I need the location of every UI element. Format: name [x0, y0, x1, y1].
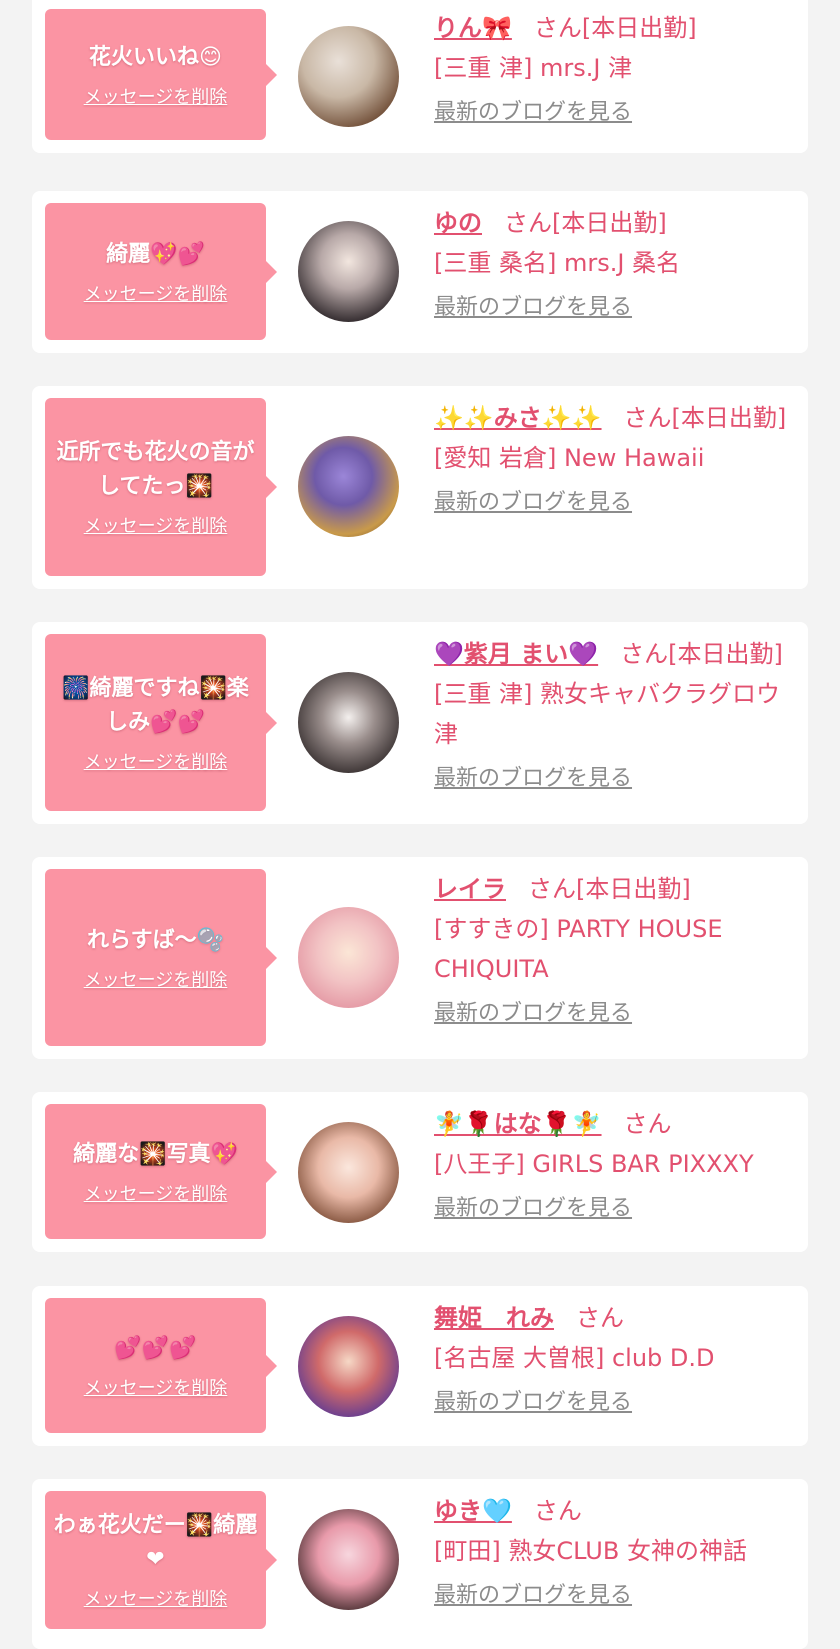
message-card: 花火いいね😊 メッセージを削除 りん🎀 さん[本日出勤] [三重 津] mrs.J…	[32, 0, 808, 153]
shop-info: [名古屋 大曽根] club D.D	[434, 1344, 715, 1372]
cast-status: さん[本日出勤]	[620, 640, 783, 668]
message-bubble: 💕💕💕 メッセージを削除	[45, 1298, 277, 1433]
avatar[interactable]	[298, 221, 399, 322]
latest-blog-link[interactable]: 最新のブログを見る	[434, 762, 632, 796]
shop-info: [三重 津] mrs.J 津	[434, 54, 633, 82]
message-card: 綺麗な🎇写真💖 メッセージを削除 🧚🌹はな🌹🧚 さん [八王子] GIRLS BA…	[32, 1092, 808, 1252]
message-card: 🎆綺麗ですね🎇楽しみ💕💕 メッセージを削除 💜紫月 まい💜 さん[本日出勤] [三…	[32, 622, 808, 824]
shop-info: [すすきの] PARTY HOUSE CHIQUITA	[434, 915, 723, 983]
delete-message-link[interactable]: メッセージを削除	[84, 280, 228, 306]
latest-blog-link[interactable]: 最新のブログを見る	[434, 997, 632, 1031]
shop-info: [三重 津] 熟女キャバクラグロウ津	[434, 680, 780, 748]
latest-blog-link[interactable]: 最新のブログを見る	[434, 96, 632, 130]
avatar[interactable]	[298, 436, 399, 537]
latest-blog-link[interactable]: 最新のブログを見る	[434, 486, 632, 520]
cast-name-link[interactable]: りん🎀	[434, 14, 512, 42]
shop-info: [愛知 岩倉] New Hawaii	[434, 444, 705, 472]
message-text: 綺麗💖💕	[106, 241, 205, 267]
message-card: 近所でも花火の音がしてたっ🎇 メッセージを削除 ✨✨みさ✨✨ さん[本日出勤] […	[32, 386, 808, 589]
cast-name-link[interactable]: ゆき🩵	[434, 1497, 512, 1525]
cast-status: さん[本日出勤]	[533, 14, 697, 42]
message-card: わぁ花火だー🎇綺麗❤ メッセージを削除 ゆき🩵 さん [町田] 熟女CLUB 女神…	[32, 1479, 808, 1649]
delete-message-link[interactable]: メッセージを削除	[84, 512, 228, 538]
delete-message-link[interactable]: メッセージを削除	[84, 1374, 228, 1400]
latest-blog-link[interactable]: 最新のブログを見る	[434, 1386, 632, 1420]
shop-info: [八王子] GIRLS BAR PIXXXY	[434, 1150, 754, 1178]
shop-info: [三重 桑名] mrs.J 桑名	[434, 249, 681, 277]
message-text: 近所でも花火の音がしてたっ🎇	[56, 440, 255, 499]
cast-status: さん[本日出勤]	[504, 209, 667, 237]
message-card: 綺麗💖💕 メッセージを削除 ゆの さん[本日出勤] [三重 桑名] mrs.J 桑…	[32, 191, 808, 353]
latest-blog-link[interactable]: 最新のブログを見る	[434, 291, 632, 325]
cast-status: さん	[623, 1110, 672, 1138]
message-bubble: 近所でも花火の音がしてたっ🎇 メッセージを削除	[45, 398, 277, 576]
message-bubble: 綺麗な🎇写真💖 メッセージを削除	[45, 1104, 277, 1239]
cast-name-link[interactable]: レイラ	[434, 875, 506, 903]
cast-name-link[interactable]: ゆの	[434, 209, 482, 237]
delete-message-link[interactable]: メッセージを削除	[84, 966, 228, 992]
cast-name-link[interactable]: 🧚🌹はな🌹🧚	[434, 1110, 602, 1138]
avatar[interactable]	[298, 907, 399, 1008]
cast-status: さん	[576, 1304, 624, 1332]
latest-blog-link[interactable]: 最新のブログを見る	[434, 1579, 632, 1613]
message-bubble: わぁ花火だー🎇綺麗❤ メッセージを削除	[45, 1491, 277, 1629]
message-bubble: 花火いいね😊 メッセージを削除	[45, 9, 277, 140]
delete-message-link[interactable]: メッセージを削除	[84, 748, 228, 774]
latest-blog-link[interactable]: 最新のブログを見る	[434, 1192, 632, 1226]
cast-status: さん	[533, 1497, 582, 1525]
avatar[interactable]	[298, 1509, 399, 1610]
message-bubble: れらすば〜🫧 メッセージを削除	[45, 869, 277, 1046]
delete-message-link[interactable]: メッセージを削除	[84, 1585, 228, 1611]
message-text: わぁ花火だー🎇綺麗❤	[53, 1513, 258, 1572]
cast-name-link[interactable]: ✨✨みさ✨✨	[434, 404, 602, 432]
message-text: 綺麗な🎇写真💖	[73, 1141, 238, 1167]
message-text: 🎆綺麗ですね🎇楽しみ💕💕	[62, 675, 249, 735]
cast-status: さん[本日出勤]	[528, 875, 691, 903]
avatar[interactable]	[298, 26, 399, 127]
shop-info: [町田] 熟女CLUB 女神の神話	[434, 1537, 747, 1565]
message-bubble: 綺麗💖💕 メッセージを削除	[45, 203, 277, 340]
cast-name-link[interactable]: 舞姫 れみ	[434, 1304, 554, 1332]
delete-message-link[interactable]: メッセージを削除	[84, 1180, 228, 1206]
cast-name-link[interactable]: 💜紫月 まい💜	[434, 640, 598, 668]
message-bubble: 🎆綺麗ですね🎇楽しみ💕💕 メッセージを削除	[45, 634, 277, 811]
message-card: 💕💕💕 メッセージを削除 舞姫 れみ さん [名古屋 大曽根] club D.D …	[32, 1286, 808, 1446]
message-text: 💕💕💕	[114, 1335, 197, 1361]
avatar[interactable]	[298, 1316, 399, 1417]
message-card: れらすば〜🫧 メッセージを削除 レイラ さん[本日出勤] [すすきの] PARTY…	[32, 857, 808, 1059]
avatar[interactable]	[298, 1122, 399, 1223]
cast-status: さん[本日出勤]	[623, 404, 787, 432]
message-text: 花火いいね😊	[89, 44, 222, 70]
message-text: れらすば〜🫧	[87, 927, 224, 953]
avatar[interactable]	[298, 672, 399, 773]
delete-message-link[interactable]: メッセージを削除	[84, 83, 228, 109]
